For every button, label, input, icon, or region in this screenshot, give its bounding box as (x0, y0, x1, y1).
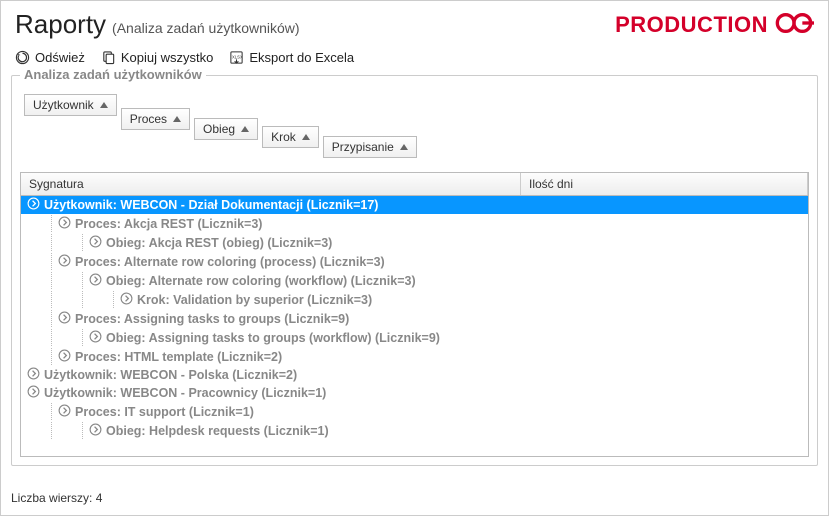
expand-icon[interactable] (58, 216, 71, 232)
export-excel-button[interactable]: XLSX Eksport do Excela (229, 50, 354, 65)
export-label: Eksport do Excela (249, 50, 354, 65)
brand-logo-icon (774, 10, 814, 39)
grid-group-row[interactable]: Obieg: Alternate row coloring (workflow)… (21, 271, 808, 290)
column-header-signature[interactable]: Sygnatura (21, 173, 521, 195)
grid-group-row[interactable]: Obieg: Akcja REST (obieg) (Licznik=3) (21, 233, 808, 252)
expand-icon[interactable] (120, 292, 133, 308)
refresh-label: Odśwież (35, 50, 85, 65)
row-text: Obieg: Akcja REST (obieg) (Licznik=3) (106, 236, 332, 250)
copy-icon (101, 50, 116, 65)
sort-asc-icon (400, 144, 408, 150)
row-text: Proces: Assigning tasks to groups (Liczn… (75, 312, 349, 326)
grid-group-row[interactable]: Proces: Alternate row coloring (process)… (21, 252, 808, 271)
data-grid: Sygnatura Ilość dni Użytkownik: WEBCON -… (20, 172, 809, 457)
refresh-icon (15, 50, 30, 65)
expand-icon[interactable] (89, 235, 102, 251)
excel-icon: XLSX (229, 50, 244, 65)
sort-asc-icon (302, 134, 310, 140)
grid-group-row[interactable]: Użytkownik: WEBCON - Dział Dokumentacji … (21, 196, 808, 214)
page-subtitle: (Analiza zadań użytkowników) (112, 20, 300, 36)
row-text: Proces: Akcja REST (Licznik=3) (75, 217, 262, 231)
row-text: Użytkownik: WEBCON - Dział Dokumentacji … (44, 198, 378, 212)
expand-icon[interactable] (58, 254, 71, 270)
expand-icon[interactable] (58, 349, 71, 365)
row-text: Użytkownik: WEBCON - Pracownicy (Licznik… (44, 386, 326, 400)
row-text: Użytkownik: WEBCON - Polska (Licznik=2) (44, 368, 297, 382)
row-text: Obieg: Helpdesk requests (Licznik=1) (106, 424, 329, 438)
expand-icon[interactable] (58, 404, 71, 420)
expand-icon[interactable] (58, 311, 71, 327)
grid-group-row[interactable]: Krok: Validation by superior (Licznik=3) (21, 290, 808, 309)
expand-icon[interactable] (89, 330, 102, 346)
refresh-button[interactable]: Odśwież (15, 50, 85, 65)
grid-group-row[interactable]: Proces: Assigning tasks to groups (Liczn… (21, 309, 808, 328)
grid-group-row[interactable]: Użytkownik: WEBCON - Pracownicy (Licznik… (21, 384, 808, 402)
row-text: Obieg: Assigning tasks to groups (workfl… (106, 331, 440, 345)
group-chip-process[interactable]: Proces (121, 108, 190, 130)
row-text: Proces: IT support (Licznik=1) (75, 405, 254, 419)
column-header-days[interactable]: Ilość dni (521, 173, 808, 195)
grid-group-row[interactable]: Proces: IT support (Licznik=1) (21, 402, 808, 421)
expand-icon[interactable] (27, 197, 40, 213)
expand-icon[interactable] (89, 273, 102, 289)
grid-group-row[interactable]: Proces: HTML template (Licznik=2) (21, 347, 808, 366)
footer-row-count: Liczba wierszy: 4 (11, 491, 102, 505)
row-text: Krok: Validation by superior (Licznik=3) (137, 293, 372, 307)
sort-asc-icon (100, 102, 108, 108)
copy-all-button[interactable]: Kopiuj wszystko (101, 50, 213, 65)
svg-text:XLSX: XLSX (232, 54, 243, 59)
grid-group-row[interactable]: Proces: Akcja REST (Licznik=3) (21, 214, 808, 233)
copy-label: Kopiuj wszystko (121, 50, 213, 65)
grid-group-row[interactable]: Obieg: Assigning tasks to groups (workfl… (21, 328, 808, 347)
expand-icon[interactable] (89, 423, 102, 439)
group-chip-step[interactable]: Krok (262, 126, 319, 148)
expand-icon[interactable] (27, 367, 40, 383)
group-chip-assignment[interactable]: Przypisanie (323, 136, 417, 158)
brand-text: PRODUCTION (615, 12, 768, 38)
row-text: Obieg: Alternate row coloring (workflow)… (106, 274, 416, 288)
grid-group-row[interactable]: Obieg: Helpdesk requests (Licznik=1) (21, 421, 808, 440)
expand-icon[interactable] (27, 385, 40, 401)
group-chip-workflow[interactable]: Obieg (194, 118, 258, 140)
sort-asc-icon (173, 116, 181, 122)
group-chip-user[interactable]: Użytkownik (24, 94, 117, 116)
row-text: Proces: HTML template (Licznik=2) (75, 350, 282, 364)
brand-logo-area: PRODUCTION (615, 10, 814, 39)
group-by-bar: Użytkownik Proces Obieg Krok Przypisanie (20, 86, 809, 172)
sort-asc-icon (241, 126, 249, 132)
grid-group-row[interactable]: Użytkownik: WEBCON - Polska (Licznik=2) (21, 366, 808, 384)
fieldset-legend: Analiza zadań użytkowników (20, 67, 206, 82)
row-text: Proces: Alternate row coloring (process)… (75, 255, 385, 269)
page-title: Raporty (15, 9, 106, 40)
